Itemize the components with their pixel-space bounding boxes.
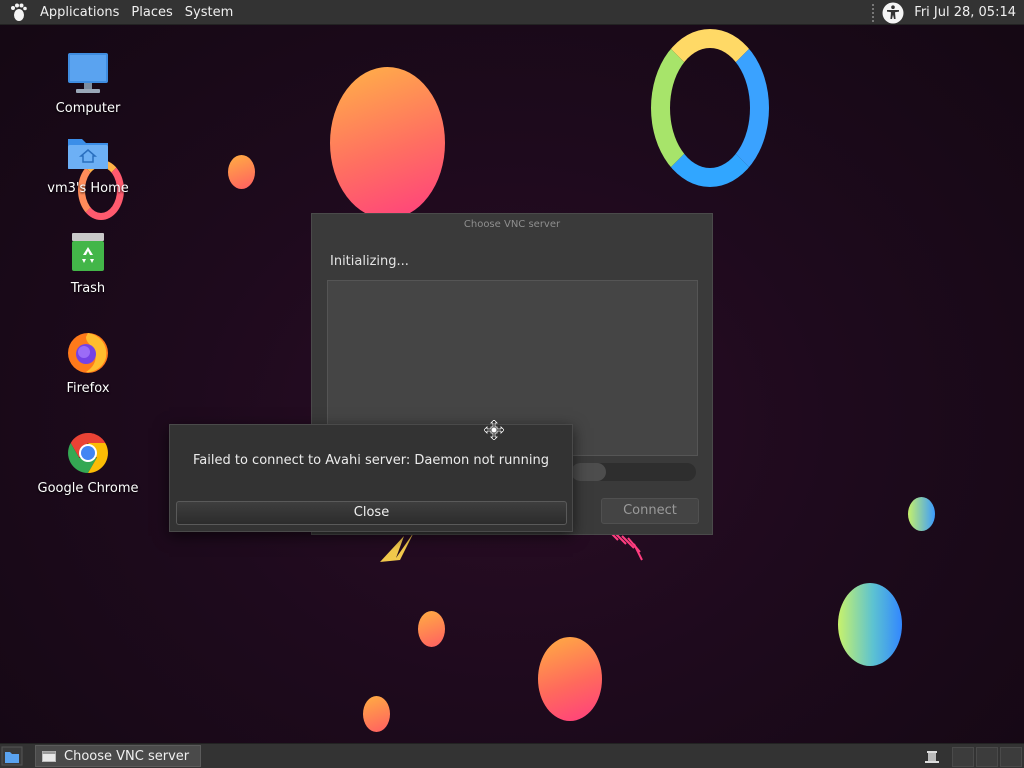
panel-separator <box>872 3 875 22</box>
accessibility-icon[interactable] <box>882 2 904 24</box>
menu-system[interactable]: System <box>179 0 239 25</box>
menu-applications[interactable]: Applications <box>34 0 125 25</box>
desktop-icon-home[interactable]: vm3's Home <box>33 129 143 196</box>
move-cursor-icon <box>484 420 504 440</box>
desktop-icon-trash[interactable]: Trash <box>33 229 143 296</box>
vnc-dialog-title[interactable]: Choose VNC server <box>312 214 712 236</box>
error-message: Failed to connect to Avahi server: Daemo… <box>193 453 549 468</box>
connect-button[interactable]: Connect <box>601 498 699 524</box>
top-panel: Applications Places System Fri Jul 28, 0… <box>0 0 1024 25</box>
close-button[interactable]: Close <box>176 501 567 525</box>
clock[interactable]: Fri Jul 28, 05:14 <box>914 5 1024 20</box>
vnc-progress-bar <box>571 463 696 481</box>
desktop-icon-label: Google Chrome <box>37 481 139 496</box>
workspace-2[interactable] <box>976 747 998 767</box>
wallpaper-orange-dot <box>228 155 255 189</box>
workspace-1[interactable] <box>952 747 974 767</box>
taskbar-item-vnc[interactable]: Choose VNC server <box>35 745 201 767</box>
wallpaper-orange-oval-large <box>330 67 445 219</box>
trash-applet-icon[interactable] <box>924 749 940 765</box>
wallpaper-orange-dot-2 <box>418 611 445 647</box>
taskbar-item-label: Choose VNC server <box>64 748 190 764</box>
firefox-icon <box>68 333 108 373</box>
vnc-status-label: Initializing... <box>330 254 409 269</box>
desktop-icon-chrome[interactable]: Google Chrome <box>33 429 143 496</box>
menu-places[interactable]: Places <box>125 0 178 25</box>
desktop-icon-label: Computer <box>55 101 121 116</box>
wallpaper-orange-dot-3 <box>363 696 390 732</box>
show-desktop-icon[interactable] <box>1 745 23 767</box>
computer-icon <box>68 53 108 93</box>
wallpaper-orange-oval-medium <box>538 637 602 721</box>
wallpaper-teal-dot <box>908 497 935 531</box>
trash-icon <box>72 233 104 271</box>
wallpaper-pink-stripes <box>609 531 643 561</box>
desktop-icon-label: vm3's Home <box>47 181 129 196</box>
desktop-icon-label: Firefox <box>66 381 110 396</box>
desktop-icon-label: Trash <box>70 281 106 296</box>
home-folder-icon <box>68 139 108 169</box>
workspace-3[interactable] <box>1000 747 1022 767</box>
desktop-icon-firefox[interactable]: Firefox <box>33 329 143 396</box>
bottom-panel: Choose VNC server <box>0 743 1024 768</box>
wallpaper-ring-gradient <box>651 29 769 187</box>
chrome-icon <box>68 433 108 473</box>
gnome-foot-icon[interactable] <box>8 2 28 22</box>
window-icon <box>42 750 56 762</box>
wallpaper-teal-oval <box>838 583 902 666</box>
error-dialog: Failed to connect to Avahi server: Daemo… <box>169 424 573 532</box>
desktop-icon-computer[interactable]: Computer <box>33 49 143 116</box>
vnc-progress-fill <box>571 463 606 481</box>
